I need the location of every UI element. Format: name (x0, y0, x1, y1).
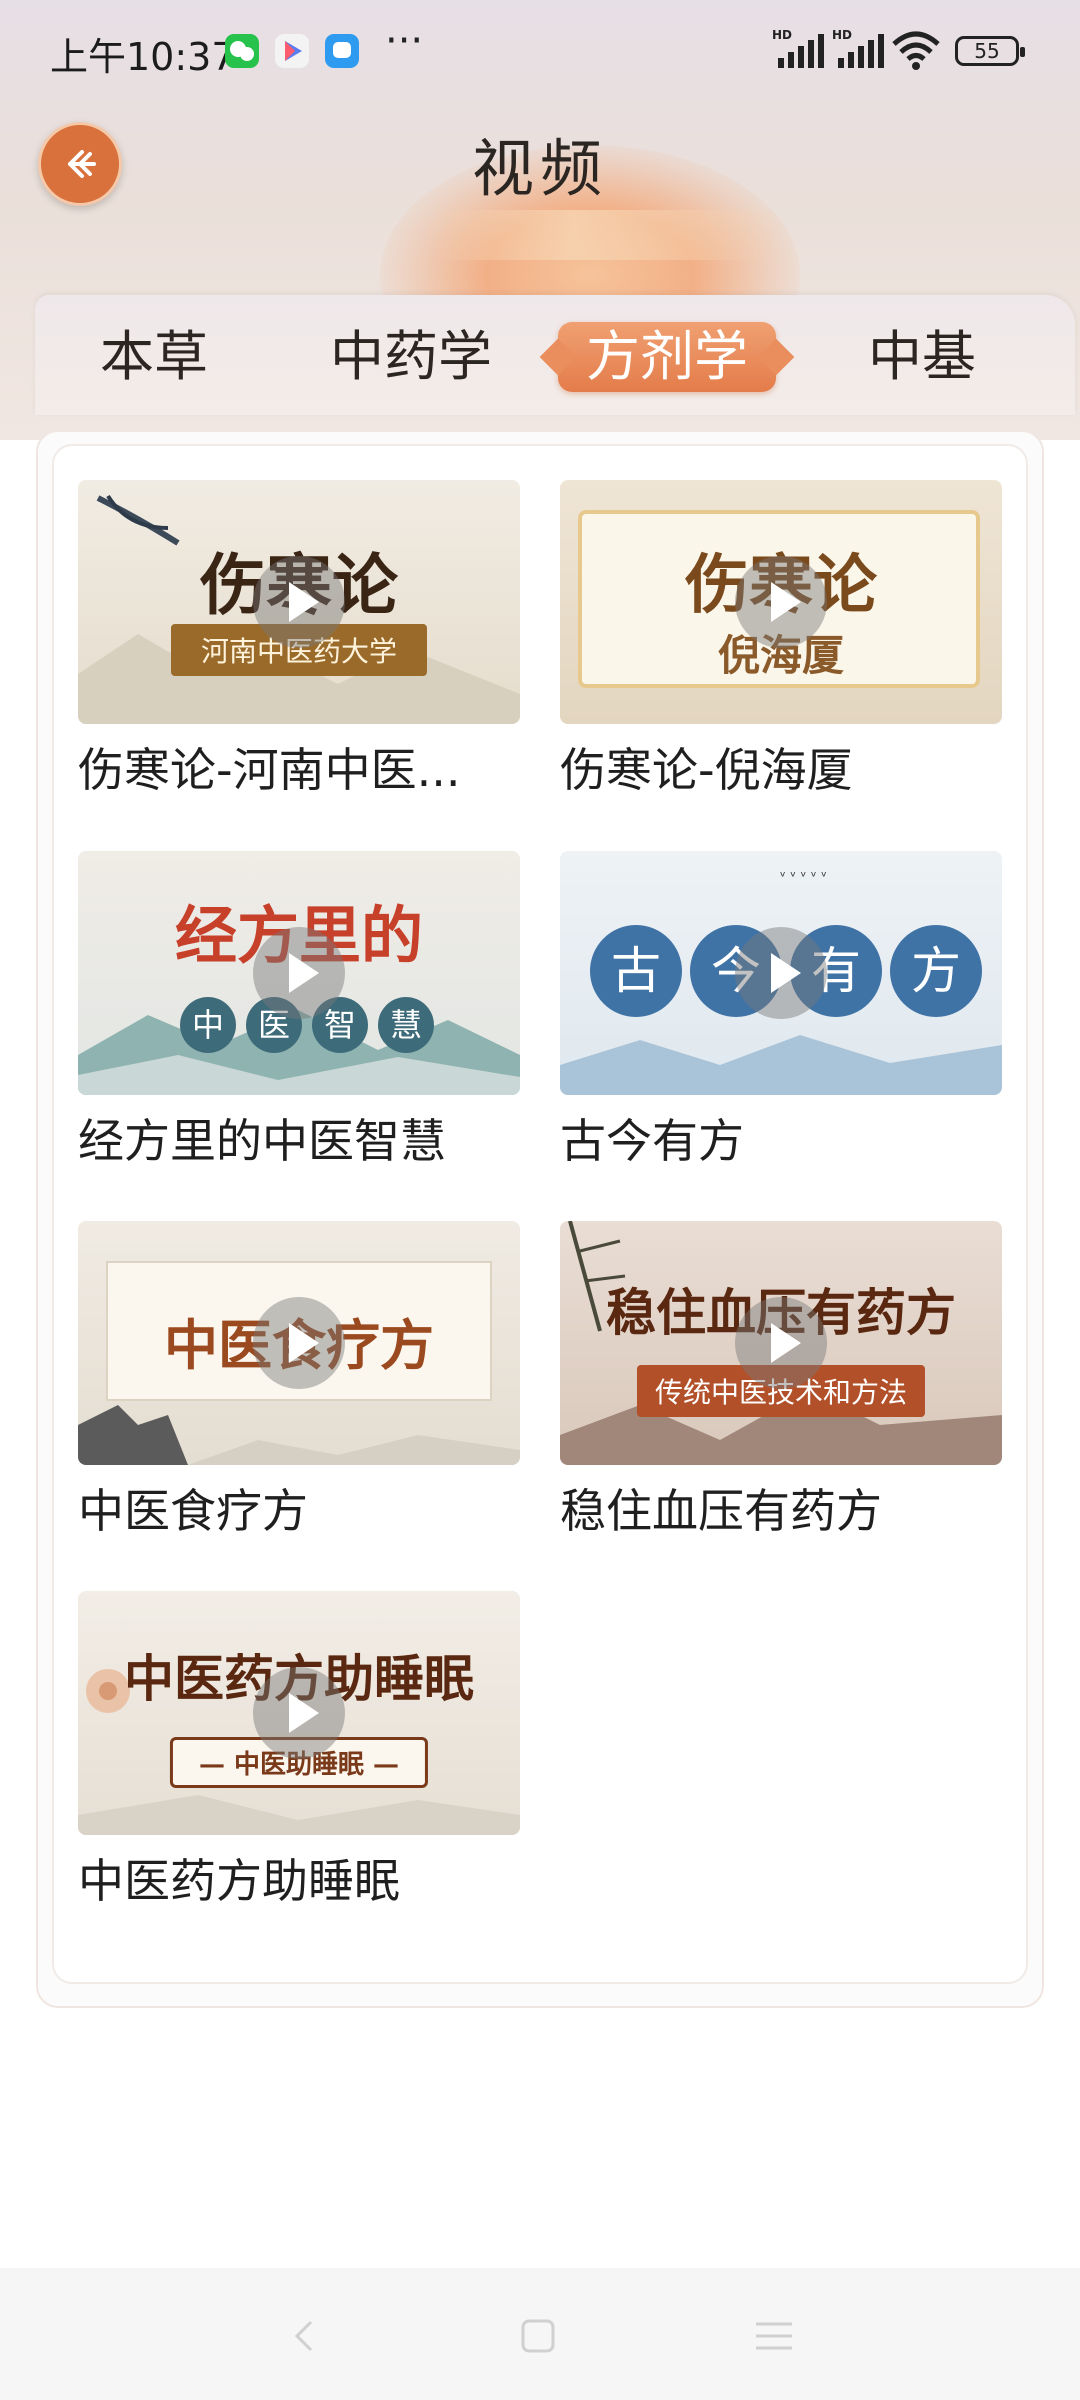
tab-fangjixue[interactable]: 方剂学 (558, 322, 776, 392)
thumbnail-char: 方 (890, 925, 982, 1017)
nav-menu-icon[interactable] (752, 2316, 796, 2356)
video-title: 稳住血压有药方 (560, 1484, 882, 1538)
video-thumbnail[interactable]: ᵛ ᵛ ᵛ ᵛ ᵛ 古 今 有 方 (560, 851, 1002, 1095)
thumbnail-char: 古 (590, 925, 682, 1017)
video-thumbnail[interactable]: 中医药方助睡眠 — 中医助睡眠 — (78, 1591, 520, 1835)
thumbnail-char: 慧 (378, 997, 434, 1053)
thumbnail-char: 中 (180, 997, 236, 1053)
video-thumbnail[interactable]: 经方里的 中 医 智 慧 (78, 851, 520, 1095)
play-icon[interactable] (253, 1667, 345, 1759)
system-nav-bar (0, 2268, 1080, 2400)
video-app-icon (275, 34, 309, 68)
video-title: 中医药方助睡眠 (78, 1854, 400, 1908)
video-item-shiliaofang[interactable]: 中医食疗方 中医食疗方 (78, 1221, 520, 1543)
tab-bencao[interactable]: 本草 (100, 322, 208, 392)
video-title: 伤寒论-倪海厦 (560, 743, 853, 797)
play-icon[interactable] (253, 1297, 345, 1389)
battery-indicator: 55 (955, 36, 1025, 66)
wechat-icon (225, 34, 259, 68)
wifi-icon (890, 28, 942, 76)
signal-2-icon (838, 34, 884, 68)
status-time: 上午10:37 (50, 35, 236, 79)
tab-zhongji[interactable]: 中基 (868, 322, 976, 392)
video-thumbnail[interactable]: 伤寒论 河南中医药大学 (78, 480, 520, 724)
video-item-shanghanlun-henan[interactable]: 伤寒论 河南中医药大学 伤寒论-河南中医... (78, 480, 520, 802)
video-item-shanghanlun-ni[interactable]: 伤寒论 倪海厦 伤寒论-倪海厦 (560, 480, 1002, 802)
video-thumbnail[interactable]: 中医食疗方 (78, 1221, 520, 1465)
tab-zhongyaoxue[interactable]: 中药学 (330, 322, 492, 392)
video-title: 伤寒论-河南中医... (78, 743, 461, 797)
nav-home-icon[interactable] (518, 2316, 558, 2356)
video-thumbnail[interactable]: 伤寒论 倪海厦 (560, 480, 1002, 724)
video-title: 中医食疗方 (78, 1484, 308, 1538)
status-bar: 上午10:37 ··· HD HD 55 (0, 0, 1080, 100)
birds-decoration: ᵛ ᵛ ᵛ ᵛ ᵛ (780, 869, 827, 885)
nav-back-icon[interactable] (285, 2316, 325, 2356)
play-icon[interactable] (735, 1297, 827, 1389)
signal-1-icon (778, 34, 824, 68)
play-icon[interactable] (253, 556, 345, 648)
more-notifications: ··· (385, 18, 424, 64)
cloud-decoration (430, 210, 790, 260)
video-item-xueya[interactable]: 稳住血压有药方 传统中医技术和方法 稳住血压有药方 (560, 1221, 1002, 1543)
video-item-gujinyoufang[interactable]: ᵛ ᵛ ᵛ ᵛ ᵛ 古 今 有 方 古今有方 (560, 851, 1002, 1173)
play-icon[interactable] (735, 556, 827, 648)
video-thumbnail[interactable]: 稳住血压有药方 传统中医技术和方法 (560, 1221, 1002, 1465)
svg-text:ᵛ ᵛ ᵛ ᵛ ᵛ: ᵛ ᵛ ᵛ ᵛ ᵛ (780, 869, 827, 885)
play-icon[interactable] (253, 927, 345, 1019)
video-title: 经方里的中医智慧 (78, 1114, 446, 1168)
video-item-shuimian[interactable]: 中医药方助睡眠 — 中医助睡眠 — 中医药方助睡眠 (78, 1591, 520, 1913)
message-app-icon (325, 34, 359, 68)
video-item-jingfang[interactable]: 经方里的 中 医 智 慧 经方里的中医智慧 (78, 851, 520, 1173)
play-icon[interactable] (735, 927, 827, 1019)
page-title: 视频 (471, 132, 608, 205)
video-title: 古今有方 (560, 1114, 744, 1168)
